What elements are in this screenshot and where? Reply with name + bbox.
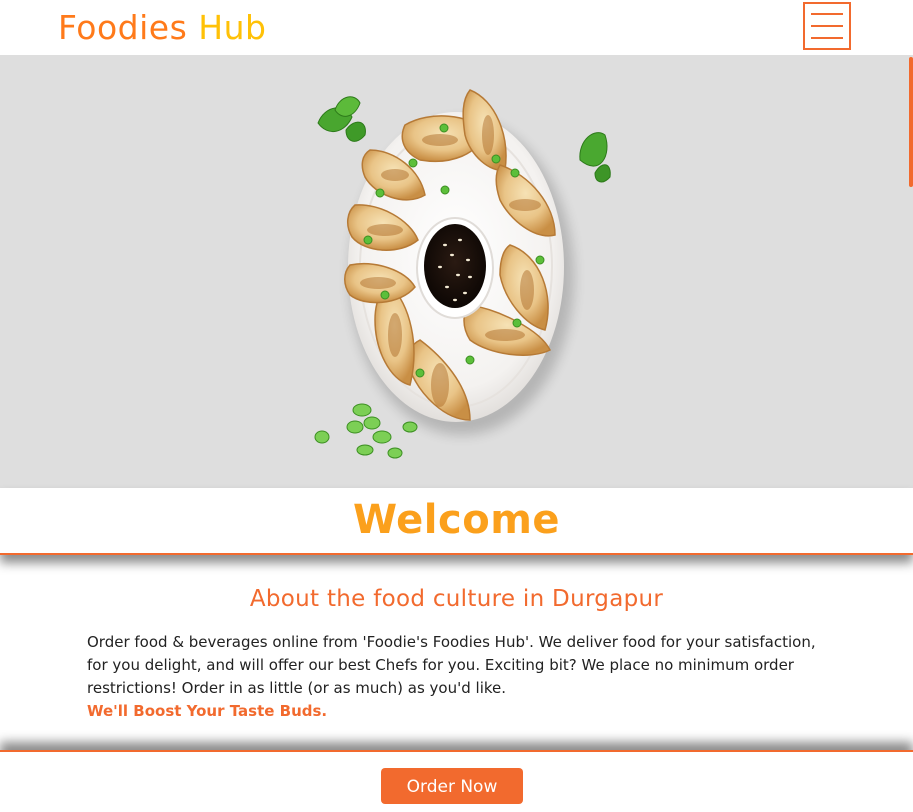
about-title: About the food culture in Durgapur [249, 586, 664, 612]
order-bar: Order Now [0, 750, 913, 812]
menu-bar-top [811, 13, 843, 15]
menu-bar-middle [811, 25, 843, 27]
hero-dumplings-image [314, 89, 611, 459]
hamburger-menu-icon[interactable] [803, 2, 851, 50]
brand-word-hub: Hub [198, 8, 267, 47]
welcome-section: Welcome [0, 488, 913, 555]
about-text-block: Order food & beverages online from 'Food… [87, 631, 827, 723]
welcome-title: Welcome [352, 497, 561, 543]
site-header: Foodies Hub [0, 0, 913, 55]
hero-banner [0, 55, 913, 488]
menu-bar-bottom [811, 37, 843, 39]
about-highlight: We'll Boost Your Taste Buds. [87, 702, 328, 720]
scrollbar-thumb[interactable] [909, 57, 913, 187]
mint-leaf-right [579, 132, 611, 183]
about-paragraph: Order food & beverages online from 'Food… [87, 633, 816, 697]
brand-word-foodies: Foodies [58, 8, 188, 47]
order-now-button[interactable]: Order Now [381, 768, 523, 804]
brand-logo[interactable]: Foodies Hub [58, 8, 266, 48]
mint-leaf-top-left [317, 96, 366, 142]
about-section: About the food culture in Durgapur Order… [0, 556, 913, 748]
